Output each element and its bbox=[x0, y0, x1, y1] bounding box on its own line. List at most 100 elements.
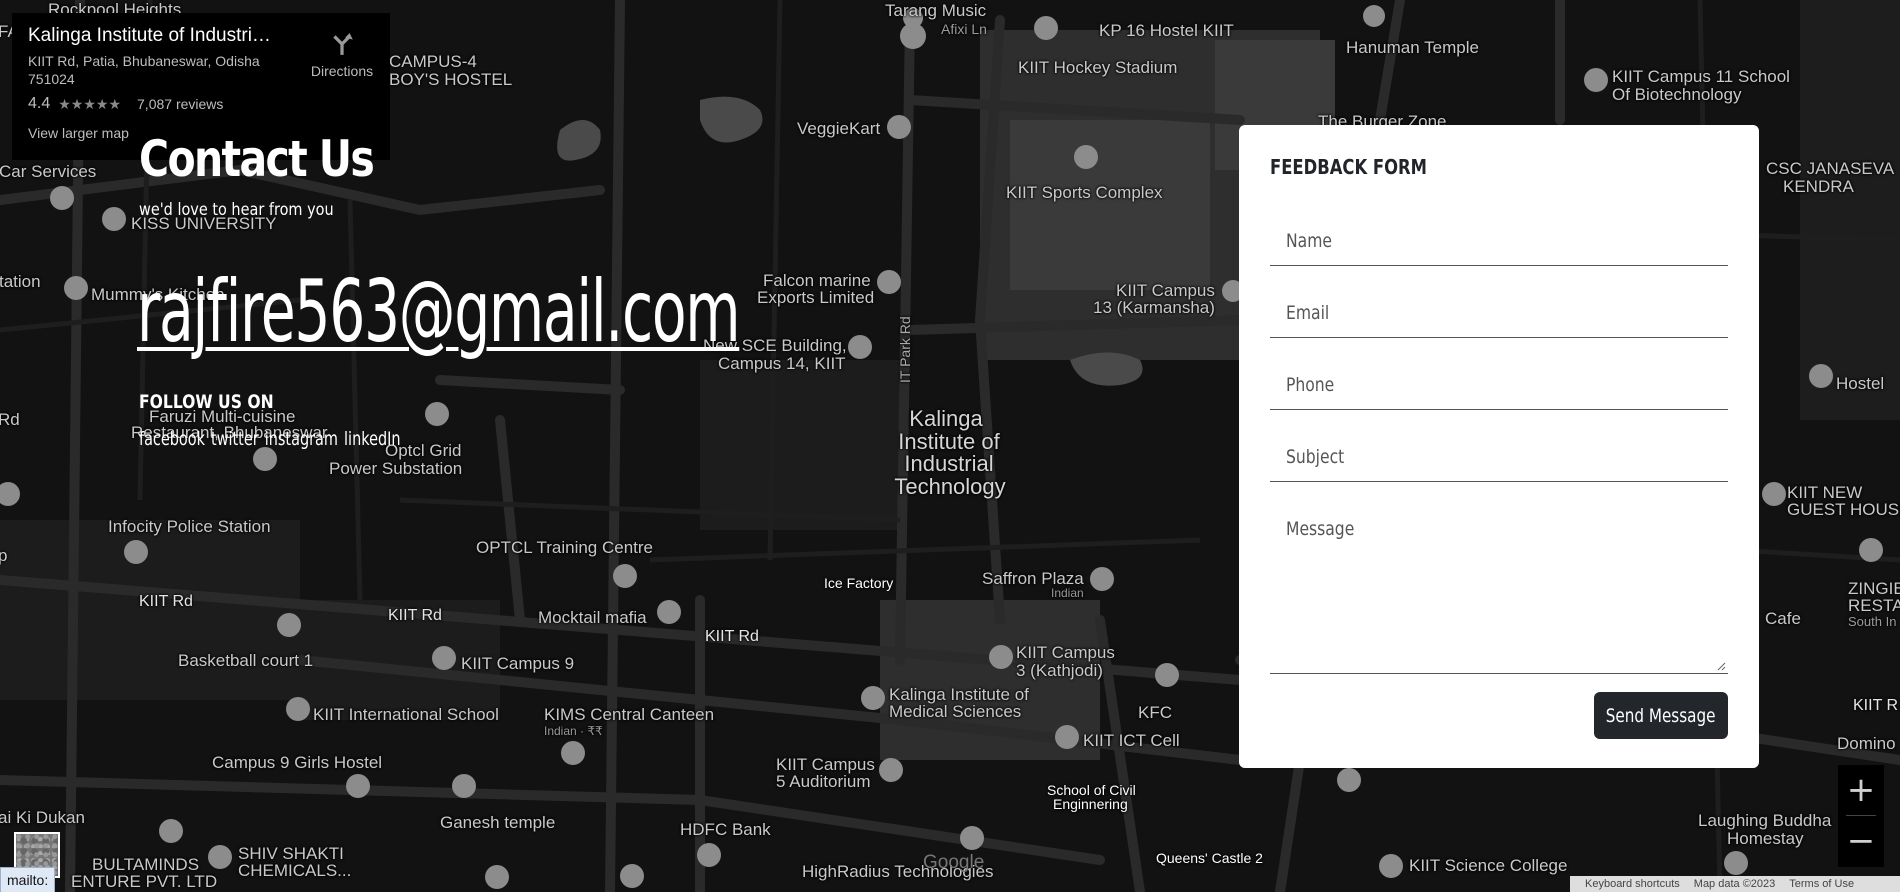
google-logo: Google bbox=[923, 852, 985, 873]
place-title: Kalinga Institute of Industrial ... bbox=[28, 25, 278, 46]
map-label: RESTA bbox=[1848, 596, 1900, 615]
zoom-controls: + − bbox=[1838, 765, 1884, 867]
map-label: Ice Factory bbox=[824, 575, 894, 591]
map-label: Mocktail mafia bbox=[538, 608, 647, 627]
map-label: Indian bbox=[1051, 586, 1084, 600]
map-label: Cafe bbox=[1765, 609, 1801, 628]
social-links: facebook twitter instagram linkedIn bbox=[139, 428, 401, 450]
map-label: Ganesh temple bbox=[440, 813, 556, 832]
map-label: KENDRA bbox=[1783, 177, 1854, 196]
page-title: Contact Us bbox=[139, 130, 375, 188]
message-field[interactable]: Message bbox=[1270, 508, 1728, 674]
email-link[interactable]: rajfire563@gmail.com bbox=[137, 262, 741, 362]
map-label: p bbox=[0, 546, 8, 565]
map-label: KIMS Central Canteen bbox=[544, 705, 715, 724]
map-label: KIIT ICT Cell bbox=[1083, 731, 1180, 750]
map-label: KIIT Campus 11 School bbox=[1612, 67, 1790, 86]
map-label: 3 (Kathjodi) bbox=[1016, 661, 1103, 680]
map-label: KIIT Campus bbox=[776, 755, 875, 774]
reviews-link[interactable]: 7,087 reviews bbox=[137, 96, 223, 112]
form-title: FEEDBACK FORM bbox=[1270, 155, 1427, 179]
send-message-button[interactable]: Send Message bbox=[1594, 692, 1728, 739]
twitter-link[interactable]: twitter bbox=[211, 428, 259, 450]
map-label: Enginnering bbox=[1053, 796, 1128, 812]
map-label: HDFC Bank bbox=[680, 820, 771, 839]
map-label: KIIT Hockey Stadium bbox=[1018, 58, 1178, 77]
directions-button[interactable]: Directions bbox=[297, 31, 387, 79]
map-label: IT Park Rd bbox=[897, 316, 913, 383]
email-field[interactable]: Email bbox=[1270, 292, 1728, 338]
map-label: ai Ki Dukan bbox=[0, 808, 85, 827]
map-label: Infocity Police Station bbox=[108, 517, 271, 536]
map-label: 5 Auditorium bbox=[776, 772, 871, 791]
follow-us-heading: FOLLOW US ON bbox=[139, 391, 274, 413]
zoom-in-button[interactable]: + bbox=[1838, 765, 1884, 815]
map-label: Exports Limited bbox=[757, 288, 875, 307]
map-label: Queens' Castle 2 bbox=[1156, 850, 1263, 866]
map-label: KIIT Rd bbox=[139, 593, 193, 610]
map-label: South In bbox=[1848, 614, 1897, 629]
directions-label: Directions bbox=[310, 63, 374, 79]
map-label: KIIT International School bbox=[313, 705, 499, 724]
feedback-form: FEEDBACK FORM Name Email Phone Subject M… bbox=[1239, 125, 1759, 768]
map-label: Homestay bbox=[1727, 829, 1804, 848]
directions-icon bbox=[333, 33, 353, 55]
phone-field[interactable]: Phone bbox=[1270, 364, 1728, 410]
browser-status-bar: mailto: bbox=[0, 867, 56, 892]
map-label: Kalinga Institute of bbox=[889, 685, 1029, 704]
linkedin-link[interactable]: linkedIn bbox=[344, 428, 400, 450]
map-label: OPTCL Training Centre bbox=[476, 538, 653, 557]
map-label: Indian · ₹₹ bbox=[544, 724, 603, 738]
resize-handle-icon[interactable] bbox=[1716, 661, 1726, 671]
map-label: KIIT Rd bbox=[705, 628, 759, 645]
map-label: Technology bbox=[894, 474, 1006, 499]
facebook-link[interactable]: facebook bbox=[139, 428, 205, 450]
map-label: CHEMICALS... bbox=[238, 861, 352, 880]
map-label: Industrial bbox=[904, 451, 994, 476]
map-label: BOY'S HOSTEL bbox=[389, 70, 513, 89]
rating-row: 4.4 ★★★★★ 7,087 reviews bbox=[28, 95, 374, 113]
map-label: BULTAMINDS bbox=[92, 855, 200, 874]
place-address: KIIT Rd, Patia, Bhubaneswar, Odisha 7510… bbox=[28, 53, 260, 87]
phone-placeholder: Phone bbox=[1286, 374, 1335, 396]
map-label: Hostel bbox=[1836, 374, 1885, 393]
map-label: ZINGIB bbox=[1848, 579, 1900, 598]
map-label: Saffron Plaza bbox=[982, 569, 1084, 588]
terms-link[interactable]: Terms of Use bbox=[1789, 878, 1854, 890]
map-label: Car Services bbox=[0, 162, 97, 181]
map-label: SHIV SHAKTI bbox=[238, 844, 344, 863]
email-placeholder: Email bbox=[1286, 302, 1330, 324]
rating-value: 4.4 bbox=[28, 95, 51, 112]
map-label: KIIT R bbox=[1853, 697, 1899, 714]
map-label: KP 16 Hostel KIIT bbox=[1099, 21, 1234, 40]
map-label: Rd bbox=[0, 410, 20, 429]
keyboard-shortcuts-link[interactable]: Keyboard shortcuts bbox=[1585, 878, 1680, 890]
page-subtitle: we'd love to hear from you bbox=[139, 200, 334, 220]
map-label: KIIT NEW bbox=[1787, 483, 1863, 502]
send-message-label: Send Message bbox=[1606, 704, 1716, 727]
map-label: tation bbox=[0, 272, 41, 291]
message-placeholder: Message bbox=[1286, 518, 1355, 540]
map-label: Basketball court 1 bbox=[178, 651, 314, 670]
instagram-link[interactable]: instagram bbox=[265, 428, 338, 450]
map-label: 13 (Karmansha) bbox=[1093, 298, 1215, 317]
map-label: Campus 9 Girls Hostel bbox=[212, 753, 383, 772]
map-label: KFC bbox=[1138, 703, 1172, 722]
map-label: KIIT Campus bbox=[1116, 281, 1215, 300]
map-label: ENTURE PVT. LTD bbox=[71, 872, 218, 891]
star-rating-icon: ★★★★★ bbox=[58, 95, 122, 112]
map-label: Laughing Buddha bbox=[1698, 811, 1832, 830]
zoom-out-button[interactable]: − bbox=[1838, 816, 1884, 866]
map-label: Domino bbox=[1837, 734, 1896, 753]
map-label: KIIT Campus bbox=[1016, 643, 1115, 662]
subject-placeholder: Subject bbox=[1286, 446, 1345, 468]
map-label: KIIT Rd bbox=[388, 607, 442, 624]
map-label: VeggieKart bbox=[797, 119, 881, 138]
subject-field[interactable]: Subject bbox=[1270, 436, 1728, 482]
map-label: KIIT Campus 9 bbox=[461, 654, 575, 673]
map-label: CSC JANASEVA bbox=[1766, 159, 1895, 178]
map-label: Power Substation bbox=[329, 459, 463, 478]
map-label: KIIT Sports Complex bbox=[1006, 183, 1163, 202]
name-field[interactable]: Name bbox=[1270, 220, 1728, 266]
map-label: Medical Sciences bbox=[889, 702, 1022, 721]
